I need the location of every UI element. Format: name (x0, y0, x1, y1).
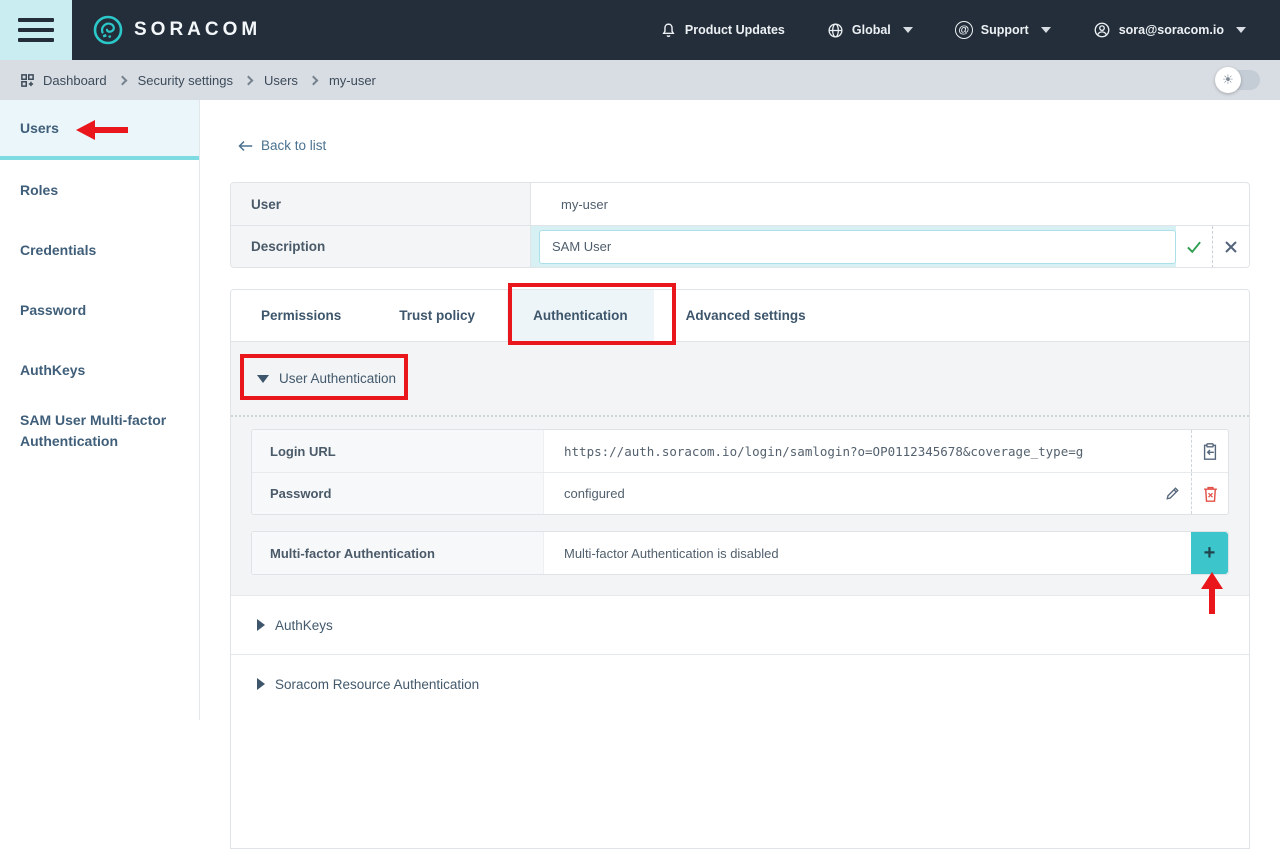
user-circle-icon (1093, 21, 1111, 39)
soracom-logo-icon (92, 14, 124, 46)
caret-down-icon (903, 27, 913, 33)
triangle-down-icon (257, 375, 269, 383)
top-navbar: SORACOM Product Updates Global @ Support (0, 0, 1280, 60)
sidebar-item-sam-user-mfa[interactable]: SAM User Multi-factor Authentication (0, 400, 199, 472)
login-url-row: Login URL https://auth.soracom.io/login/… (252, 430, 1228, 472)
hamburger-menu-icon[interactable] (0, 0, 72, 60)
arrow-left-icon (238, 140, 253, 152)
sidebar-item-password-label: Password (20, 300, 86, 321)
authkeys-section-header[interactable]: AuthKeys (231, 595, 1249, 654)
login-url-value: https://auth.soracom.io/login/samlogin?o… (544, 430, 1191, 472)
user-authentication-section-header[interactable]: User Authentication (231, 342, 1249, 417)
sidebar-item-password[interactable]: Password (0, 280, 199, 340)
chevron-right-icon (244, 75, 254, 85)
user-authentication-section: User Authentication Login URL https://au… (231, 342, 1249, 595)
tab-trust-policy[interactable]: Trust policy (399, 290, 475, 341)
sidebar-item-roles-label: Roles (20, 180, 58, 201)
support-label: Support (981, 23, 1029, 37)
enable-mfa-button[interactable]: + (1191, 532, 1228, 574)
edit-password-button[interactable] (1154, 473, 1191, 514)
description-row: Description (231, 225, 1249, 267)
breadcrumb-my-user: my-user (329, 73, 376, 88)
breadcrumb-dashboard[interactable]: Dashboard (43, 73, 107, 88)
trash-delete-icon (1203, 486, 1218, 502)
mfa-status-value: Multi-factor Authentication is disabled (544, 532, 1191, 574)
sun-icon: ☀ (1215, 67, 1241, 93)
authkeys-title: AuthKeys (275, 618, 333, 633)
dashboard-grid-icon (20, 73, 35, 88)
login-url-label: Login URL (252, 430, 544, 472)
sidebar-item-credentials[interactable]: Credentials (0, 220, 199, 280)
caret-down-icon (1236, 27, 1246, 33)
password-row: Password configured (252, 472, 1228, 514)
mfa-row: Multi-factor Authentication Multi-factor… (251, 531, 1229, 575)
sidebar-item-roles[interactable]: Roles (0, 160, 199, 220)
pencil-icon (1165, 486, 1180, 501)
back-to-list-link[interactable]: Back to list (238, 138, 326, 153)
chevron-right-icon (117, 75, 127, 85)
sidebar-item-authkeys[interactable]: AuthKeys (0, 340, 199, 400)
login-credentials-card: Login URL https://auth.soracom.io/login/… (251, 429, 1229, 515)
support-at-icon: @ (955, 21, 973, 39)
description-row-label: Description (231, 226, 531, 267)
product-updates-label: Product Updates (685, 23, 785, 37)
caret-down-icon (1041, 27, 1051, 33)
tab-authentication[interactable]: Authentication (507, 290, 654, 341)
user-row-value: my-user (531, 183, 1249, 225)
sidebar-item-users[interactable]: Users (0, 100, 199, 160)
description-edit-area (531, 226, 1176, 267)
chevron-right-icon (308, 75, 318, 85)
description-input[interactable] (539, 230, 1176, 264)
bell-icon (660, 22, 677, 39)
sidebar-item-authkeys-label: AuthKeys (20, 360, 85, 381)
clipboard-copy-icon (1202, 443, 1218, 460)
global-coverage-dropdown[interactable]: Global (827, 22, 913, 39)
resource-authentication-title: Soracom Resource Authentication (275, 677, 479, 692)
description-edit-actions (1176, 226, 1249, 268)
tabs-bar: Permissions Trust policy Authentication … (231, 290, 1249, 342)
check-icon (1187, 241, 1201, 253)
sidebar: Users Roles Credentials Password AuthKey… (0, 100, 200, 720)
delete-password-button[interactable] (1191, 473, 1228, 514)
resource-authentication-section-header[interactable]: Soracom Resource Authentication (231, 654, 1249, 713)
theme-toggle[interactable]: ☀ (1218, 70, 1260, 90)
breadcrumb-security-settings[interactable]: Security settings (138, 73, 233, 88)
sidebar-item-credentials-label: Credentials (20, 240, 96, 261)
triangle-right-icon (257, 678, 265, 690)
breadcrumb-bar: Dashboard Security settings Users my-use… (0, 60, 1280, 100)
password-value: configured (544, 473, 1154, 514)
back-to-list-label: Back to list (261, 138, 326, 153)
password-label: Password (252, 473, 544, 514)
soracom-logo[interactable]: SORACOM (92, 14, 261, 46)
sidebar-item-sam-user-mfa-label: SAM User Multi-factor Authentication (20, 410, 179, 452)
user-row: User my-user (231, 183, 1249, 225)
close-icon (1225, 241, 1237, 253)
tab-permissions[interactable]: Permissions (261, 290, 341, 341)
navbar-menu: Product Updates Global @ Support sora@so… (660, 21, 1246, 39)
user-settings-card: Permissions Trust policy Authentication … (230, 289, 1250, 849)
sidebar-item-users-label: Users (20, 118, 59, 139)
support-dropdown[interactable]: @ Support (955, 21, 1051, 39)
tab-advanced-settings[interactable]: Advanced settings (686, 290, 806, 341)
copy-login-url-button[interactable] (1191, 430, 1228, 472)
globe-icon (827, 22, 844, 39)
product-updates-button[interactable]: Product Updates (660, 22, 785, 39)
account-dropdown[interactable]: sora@soracom.io (1093, 21, 1246, 39)
user-authentication-title: User Authentication (279, 371, 396, 386)
main-content: Back to list User my-user Description (200, 100, 1280, 720)
global-label: Global (852, 23, 891, 37)
user-row-label: User (231, 183, 531, 225)
cancel-description-button[interactable] (1212, 226, 1249, 268)
confirm-description-button[interactable] (1176, 226, 1212, 268)
brand-name: SORACOM (134, 19, 261, 41)
triangle-right-icon (257, 619, 265, 631)
mfa-label: Multi-factor Authentication (252, 532, 544, 574)
user-authentication-rows: Login URL https://auth.soracom.io/login/… (231, 417, 1249, 595)
account-email-label: sora@soracom.io (1119, 23, 1224, 37)
user-detail-table: User my-user Description (230, 182, 1250, 268)
breadcrumb-users[interactable]: Users (264, 73, 298, 88)
